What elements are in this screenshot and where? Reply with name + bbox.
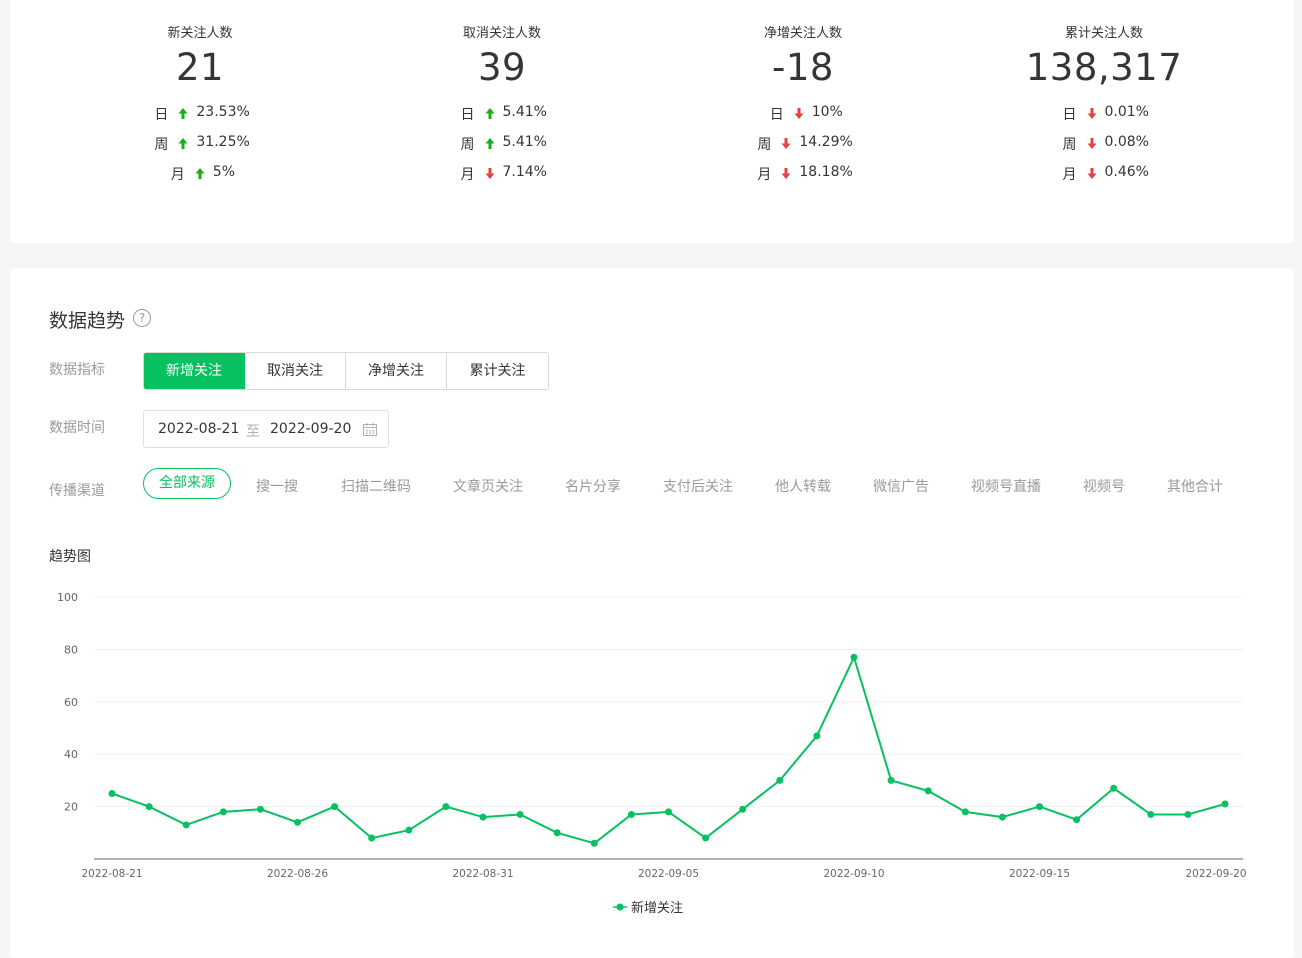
series-line	[111, 656, 1226, 845]
data-point[interactable]	[850, 653, 858, 661]
data-point[interactable]	[1184, 810, 1192, 818]
data-point[interactable]	[553, 829, 561, 837]
data-point[interactable]	[516, 810, 524, 818]
data-point[interactable]	[776, 776, 784, 784]
trend-chart: 20 40 60 80 100 2022-08-21 2022-08-26 2022-08-3…	[57, 591, 1247, 916]
data-point[interactable]	[627, 810, 635, 818]
legend-label[interactable]: 新增关注	[631, 900, 683, 916]
data-point[interactable]	[702, 834, 710, 842]
data-point[interactable]	[182, 821, 190, 829]
data-point[interactable]	[442, 803, 450, 811]
data-point[interactable]	[294, 818, 301, 826]
data-point[interactable]	[219, 808, 227, 816]
x-tick-label: 2022-08-31	[452, 868, 513, 880]
data-point[interactable]	[1036, 803, 1043, 811]
data-point[interactable]	[108, 790, 116, 797]
x-tick-label: 2022-09-20	[1185, 868, 1246, 880]
y-tick-label: 100	[57, 591, 78, 604]
y-tick-label: 40	[64, 748, 78, 761]
data-point[interactable]	[368, 834, 376, 842]
data-point[interactable]	[924, 787, 932, 795]
x-tick-label: 2022-09-05	[638, 868, 699, 880]
y-tick-label: 20	[64, 801, 78, 814]
data-point[interactable]	[887, 776, 895, 784]
data-point[interactable]	[590, 839, 598, 847]
x-tick-label: 2022-08-26	[267, 868, 328, 880]
y-tick-label: 80	[64, 643, 78, 656]
data-point[interactable]	[813, 732, 821, 740]
data-point[interactable]	[739, 805, 747, 813]
data-point[interactable]	[145, 803, 153, 811]
data-point[interactable]	[961, 808, 969, 816]
x-tick-label: 2022-09-15	[1009, 868, 1070, 880]
data-point[interactable]	[479, 813, 487, 821]
data-point[interactable]	[998, 813, 1006, 821]
data-point[interactable]	[331, 803, 339, 811]
data-point[interactable]	[1221, 800, 1229, 808]
x-tick-label: 2022-08-21	[81, 868, 142, 880]
legend-marker	[616, 903, 624, 911]
data-point[interactable]	[665, 808, 672, 816]
data-point[interactable]	[1110, 784, 1118, 792]
data-point[interactable]	[256, 805, 264, 813]
x-tick-label: 2022-09-10	[823, 868, 884, 880]
data-point[interactable]	[1073, 816, 1081, 824]
y-tick-label: 60	[64, 696, 78, 709]
data-point[interactable]	[405, 826, 413, 834]
data-point[interactable]	[1147, 810, 1155, 818]
